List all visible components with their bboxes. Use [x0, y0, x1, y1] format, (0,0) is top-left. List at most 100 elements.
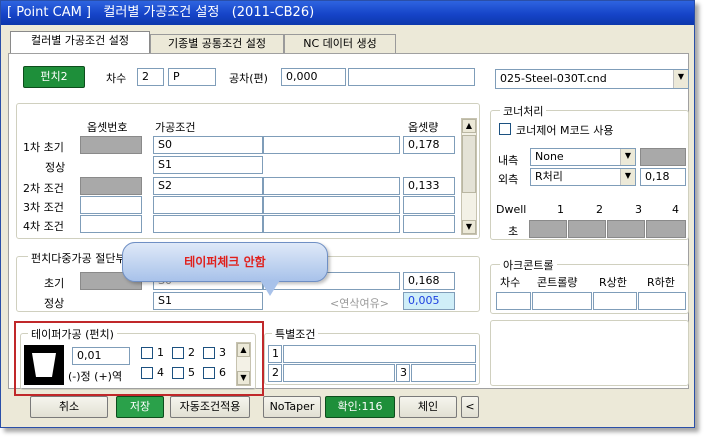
offset-amount-field[interactable]: [403, 196, 455, 214]
scroll-down-icon[interactable]: ▼: [462, 220, 476, 234]
tab-nc-data[interactable]: NC 데이터 생성: [284, 34, 396, 53]
gongcha-input[interactable]: 0,000: [281, 68, 346, 86]
offset-amount-field[interactable]: 0,178: [403, 136, 455, 154]
dwell-field-3[interactable]: [607, 220, 645, 238]
chevron-down-icon[interactable]: ▼: [673, 70, 688, 88]
condition-extra-field[interactable]: [263, 136, 400, 154]
chevron-down-icon[interactable]: ▼: [620, 169, 635, 185]
cancel-button[interactable]: 취소: [30, 396, 108, 418]
dwell-col-label: 2: [596, 203, 603, 216]
chasu-label: 차수: [106, 72, 127, 85]
outer-number-field[interactable]: 0,18: [640, 168, 686, 186]
row-label: 초기: [44, 277, 65, 290]
row-label: 3차 조건: [23, 201, 64, 214]
confirm-button[interactable]: 확인:116: [325, 396, 395, 418]
callout-bubble: 테이퍼체크 안함: [122, 242, 328, 282]
condition-field[interactable]: S2: [153, 177, 263, 195]
back-button[interactable]: <: [461, 396, 479, 418]
scroll-up-icon[interactable]: ▲: [237, 343, 250, 357]
row-label: 2차 조건: [23, 182, 64, 195]
special-field-3[interactable]: [411, 364, 476, 382]
condition-extra-field[interactable]: [263, 177, 400, 195]
taper-check-1[interactable]: [141, 347, 153, 359]
taper-check-3[interactable]: [203, 347, 215, 359]
special-no-3[interactable]: 3: [396, 364, 410, 382]
offset-amount-field[interactable]: 0,005: [403, 292, 455, 310]
chevron-down-icon[interactable]: ▼: [620, 149, 635, 165]
condition-field[interactable]: [153, 215, 263, 233]
special-field-1[interactable]: [283, 345, 476, 363]
dwell-col-label: 1: [557, 203, 564, 216]
condition-extra-field[interactable]: [263, 196, 400, 214]
gongcha-label: 공차(편): [229, 72, 268, 85]
arc-chasu-field[interactable]: [496, 292, 531, 310]
offset-no-header: 옵셋번호: [87, 121, 128, 134]
arc-rmax-field[interactable]: [593, 292, 637, 310]
tab-label: NC 데이터 생성: [303, 37, 377, 50]
corner-mcode-label: 코너제어 M코드 사용: [516, 124, 614, 137]
offset-amount-field[interactable]: [403, 215, 455, 233]
auto-apply-button[interactable]: 자동조건적용: [170, 396, 250, 418]
offset-no-field[interactable]: [80, 196, 142, 214]
scroll-down-icon[interactable]: ▼: [237, 371, 250, 385]
scroll-up-icon[interactable]: ▲: [462, 119, 476, 133]
multi-group-title: 펀치다중가공 절단부: [28, 250, 129, 266]
taper-check-5[interactable]: [172, 367, 184, 379]
condition-extra-field[interactable]: [263, 215, 400, 233]
arc-header: R상한: [599, 276, 627, 289]
condition-field[interactable]: S1: [153, 156, 263, 174]
tab-common-conditions[interactable]: 기종별 공통조건 설정: [150, 34, 284, 53]
condition-field[interactable]: [153, 196, 263, 214]
offset-no-field[interactable]: [80, 215, 142, 233]
tab-label: 컬러별 가공조건 설정: [30, 34, 130, 47]
inner-number-field[interactable]: [640, 148, 686, 166]
gongcha-extra-field[interactable]: [348, 68, 475, 86]
no-taper-button[interactable]: NoTaper: [263, 396, 321, 418]
dwell-field-2[interactable]: [568, 220, 606, 238]
taper-check-label: 2: [188, 346, 195, 359]
condition-field[interactable]: S0: [153, 136, 263, 154]
taper-check-label: 4: [157, 366, 164, 379]
taper-group-title: 테이퍼가공 (펀치): [28, 326, 117, 342]
corner-mcode-checkbox[interactable]: [499, 123, 511, 135]
arc-group-title: 아크콘트롤: [500, 257, 557, 273]
taper-shape-icon: [24, 345, 64, 385]
dwell-field-4[interactable]: [646, 220, 686, 238]
callout-tail: [260, 280, 280, 296]
row-label: 1차 초기: [23, 141, 64, 154]
offset-no-field[interactable]: [80, 177, 142, 195]
taper-check-label: 3: [219, 346, 226, 359]
punch-button[interactable]: 펀치2: [23, 66, 85, 88]
sec-label: 초: [508, 225, 519, 238]
special-field-2[interactable]: [283, 364, 395, 382]
offset-amount-field[interactable]: 0,168: [403, 272, 455, 290]
special-no-1[interactable]: 1: [268, 345, 282, 363]
chain-button[interactable]: 체인: [399, 396, 457, 418]
taper-value-input[interactable]: 0,01: [72, 347, 130, 365]
offset-amount-field[interactable]: 0,133: [403, 177, 455, 195]
taper-check-label: 6: [219, 366, 226, 379]
scroll-thumb[interactable]: [462, 135, 476, 193]
empty-group: [490, 320, 689, 386]
taper-scrollbar[interactable]: ▲ ▼: [236, 342, 251, 386]
save-button[interactable]: 저장: [116, 396, 164, 418]
outer-combo[interactable]: R처리 ▼: [530, 168, 636, 186]
row-label: 정상: [45, 161, 66, 174]
file-combo[interactable]: 025-Steel-030T.cnd ▼: [495, 69, 689, 89]
dwell-label: Dwell: [496, 203, 527, 216]
chasu-code-input[interactable]: P: [168, 68, 216, 86]
dwell-field-1[interactable]: [529, 220, 567, 238]
taper-check-4[interactable]: [141, 367, 153, 379]
chasu-input[interactable]: 2: [137, 68, 164, 86]
offset-no-field[interactable]: [80, 136, 142, 154]
arc-amount-field[interactable]: [532, 292, 592, 310]
arc-rmin-field[interactable]: [638, 292, 686, 310]
taper-shape-svg: [32, 353, 56, 377]
taper-check-6[interactable]: [203, 367, 215, 379]
condition-field[interactable]: S1: [153, 292, 263, 310]
taper-check-2[interactable]: [172, 347, 184, 359]
special-no-2[interactable]: 2: [268, 364, 282, 382]
tab-color-conditions[interactable]: 컬러별 가공조건 설정: [10, 31, 150, 54]
conditions-scrollbar[interactable]: ▲ ▼: [461, 118, 477, 235]
inner-combo[interactable]: None ▼: [530, 148, 636, 166]
